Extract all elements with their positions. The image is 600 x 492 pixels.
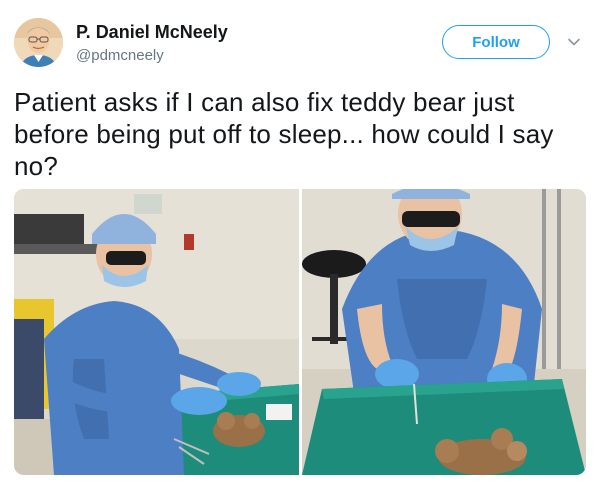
follow-button[interactable]: Follow xyxy=(442,25,550,59)
chevron-down-icon[interactable] xyxy=(566,34,582,50)
avatar[interactable] xyxy=(14,18,63,67)
surgeon-photo-left xyxy=(14,189,299,475)
surgeon-photo-right xyxy=(302,189,586,475)
tweet-card: P. Daniel McNeely @pdmcneely Follow Pati… xyxy=(0,0,600,492)
author-handle[interactable]: @pdmcneely xyxy=(76,47,164,64)
tweet-photo-right[interactable] xyxy=(302,189,586,475)
author-name[interactable]: P. Daniel McNeely xyxy=(76,22,228,43)
tweet-text: Patient asks if I can also fix teddy bea… xyxy=(14,87,554,181)
tweet-photo-left[interactable] xyxy=(14,189,299,475)
avatar-photo xyxy=(14,18,63,67)
